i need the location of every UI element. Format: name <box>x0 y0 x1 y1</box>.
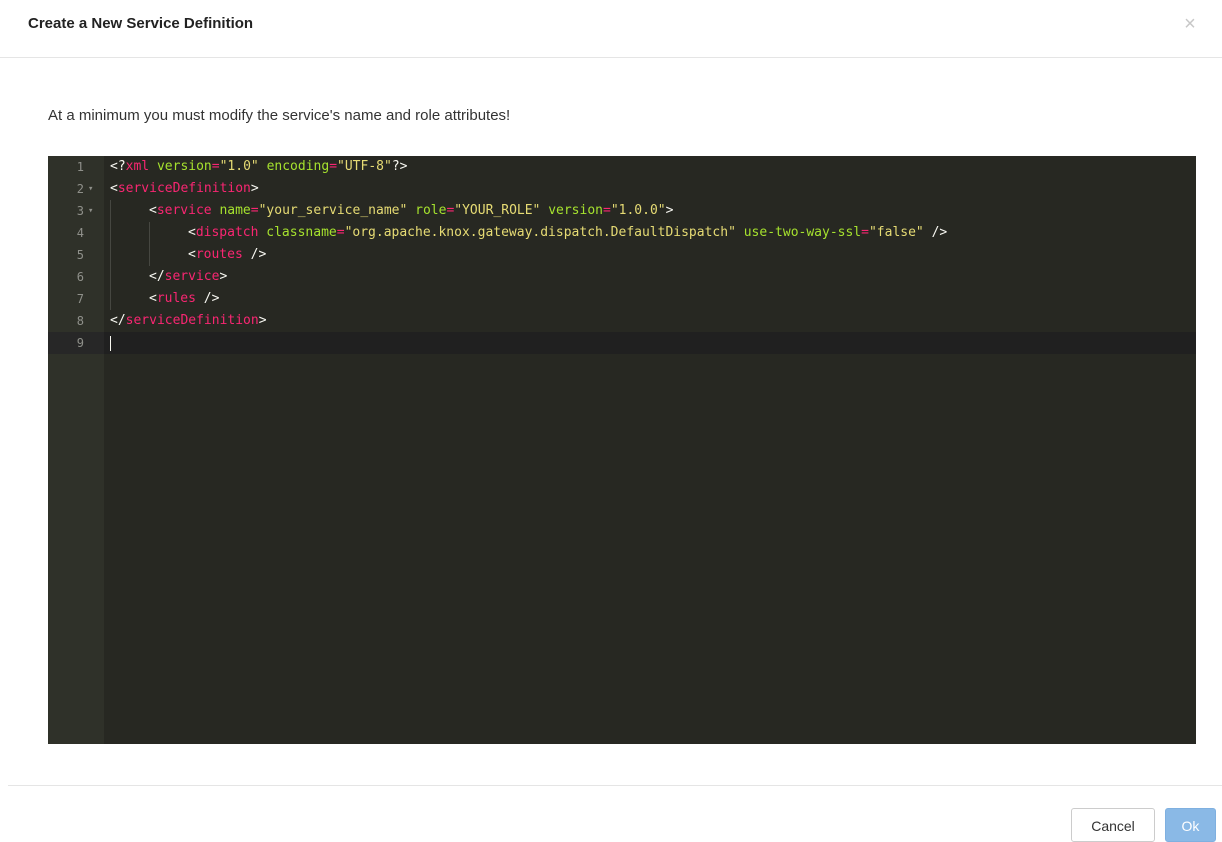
code-line[interactable]: 4 <dispatch classname="org.apache.knox.ga… <box>48 222 1196 244</box>
code-line[interactable]: 2 ▾ <serviceDefinition> <box>48 178 1196 200</box>
code-line-text: <rules /> <box>110 288 219 310</box>
line-number-label: 1 <box>76 160 84 174</box>
xml-code-editor[interactable]: 1 <?xml version="1.0" encoding="UTF-8"?> 2… <box>48 156 1196 744</box>
ok-button[interactable]: Ok <box>1165 808 1216 842</box>
instruction-text: At a minimum you must modify the service… <box>48 107 511 124</box>
code-line-text: </serviceDefinition> <box>110 313 267 328</box>
line-number: 2 ▾ <box>48 178 104 200</box>
service-definition-dialog: Create a New Service Definition × At a m… <box>0 0 1222 842</box>
line-number-label: 3 <box>76 204 84 218</box>
dialog-footer: Cancel Ok <box>8 785 1222 842</box>
code-line-text: <routes /> <box>110 244 266 266</box>
code-line[interactable]: 3 ▾ <service name="your_service_name" role… <box>48 200 1196 222</box>
code-line-text: <serviceDefinition> <box>110 181 259 196</box>
line-number-label: 8 <box>76 314 84 328</box>
line-number-label: 7 <box>76 292 84 306</box>
line-number: 8 <box>48 310 104 332</box>
line-number: 6 <box>48 266 104 288</box>
line-number-label: 9 <box>76 336 84 350</box>
code-line-text: <dispatch classname="org.apache.knox.gat… <box>110 222 947 244</box>
dialog-title: Create a New Service Definition <box>28 15 254 32</box>
line-number: 9 <box>48 332 104 354</box>
dialog-header: Create a New Service Definition × <box>0 0 1222 58</box>
code-line[interactable]: 6 </service> <box>48 266 1196 288</box>
line-number-label: 5 <box>76 248 84 262</box>
line-number: 7 <box>48 288 104 310</box>
line-number: 5 <box>48 244 104 266</box>
code-line[interactable]: 1 <?xml version="1.0" encoding="UTF-8"?> <box>48 156 1196 178</box>
close-icon[interactable]: × <box>1182 14 1198 34</box>
line-number: 4 <box>48 222 104 244</box>
code-line[interactable]: 8 </serviceDefinition> <box>48 310 1196 332</box>
cancel-button[interactable]: Cancel <box>1071 808 1155 842</box>
code-line-text: <?xml version="1.0" encoding="UTF-8"?> <box>110 159 408 174</box>
code-line[interactable]: 9 <box>48 332 1196 354</box>
line-number: 1 <box>48 156 104 178</box>
line-number: 3 ▾ <box>48 200 104 222</box>
editor-lines: 1 <?xml version="1.0" encoding="UTF-8"?> 2… <box>48 156 1196 354</box>
line-number-label: 2 <box>76 182 84 196</box>
code-line-text: <service name="your_service_name" role="… <box>110 200 673 222</box>
fold-toggle-icon[interactable]: ▾ <box>88 200 93 222</box>
line-number-label: 6 <box>76 270 84 284</box>
text-cursor <box>110 336 111 351</box>
code-line[interactable]: 7 <rules /> <box>48 288 1196 310</box>
line-number-label: 4 <box>76 226 84 240</box>
fold-toggle-icon[interactable]: ▾ <box>88 178 93 200</box>
code-line[interactable]: 5 <routes /> <box>48 244 1196 266</box>
code-line-text: </service> <box>110 266 227 288</box>
